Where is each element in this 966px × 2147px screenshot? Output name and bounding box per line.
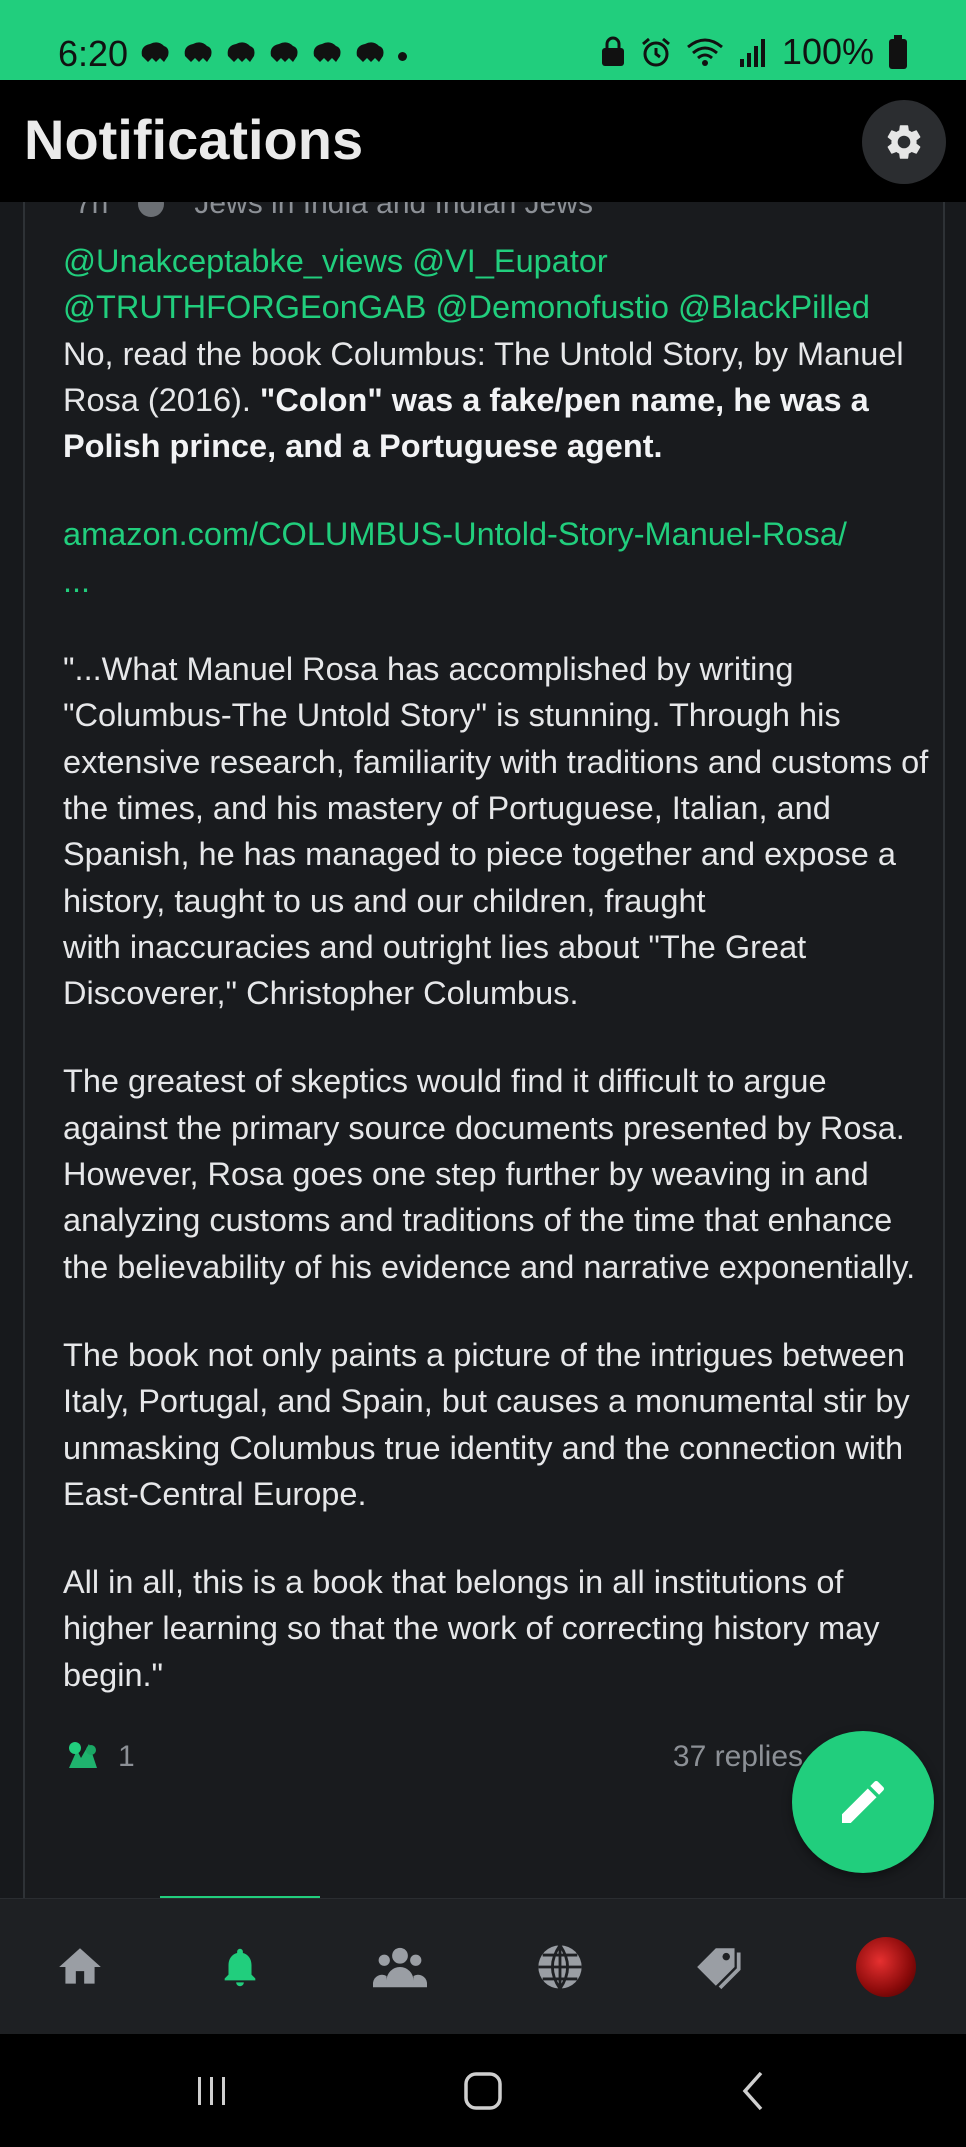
notification-feed[interactable]: 7h Jews in India and Indian Jews @Unakce… bbox=[0, 202, 966, 1898]
reaction-icon[interactable] bbox=[63, 1738, 103, 1774]
back-button[interactable] bbox=[693, 2034, 813, 2147]
back-icon bbox=[742, 2071, 763, 2110]
status-bar: 6:20 100% bbox=[0, 0, 966, 80]
replies-count[interactable]: 37 replies bbox=[673, 1740, 803, 1774]
battery-percent: 100% bbox=[781, 31, 874, 72]
post-stats: 1 37 replies bbox=[63, 1734, 803, 1784]
amazon-link[interactable]: amazon.com/COLUMBUS-Untold-Story-Manuel-… bbox=[63, 516, 847, 552]
post-body: @Unakceptabke_views @VI_Eupator @TRUTHFO… bbox=[63, 238, 933, 1698]
link-ellipsis[interactable]: ... bbox=[63, 563, 90, 599]
paragraph-text: with inaccuracies and outright lies abou… bbox=[63, 928, 807, 1012]
groups-icon bbox=[373, 1947, 427, 1988]
home-button[interactable] bbox=[423, 2034, 543, 2147]
app-header: Notifications bbox=[0, 80, 966, 202]
notification-icon bbox=[141, 42, 169, 62]
page-title: Notifications bbox=[24, 108, 364, 171]
alarm-icon bbox=[641, 37, 670, 67]
home-button-icon bbox=[464, 2071, 502, 2110]
wifi-icon bbox=[686, 38, 723, 66]
mention-links[interactable]: @Unakceptabke_views @VI_Eupator bbox=[63, 243, 608, 279]
battery-icon bbox=[889, 35, 907, 69]
nav-profile[interactable] bbox=[806, 1899, 966, 2035]
notification-icon bbox=[356, 42, 384, 62]
bottom-nav bbox=[0, 1898, 966, 2035]
notification-icon bbox=[184, 42, 212, 62]
post-link[interactable]: amazon.com/COLUMBUS-Untold-Story-Manuel-… bbox=[63, 511, 933, 604]
status-icons-right: 100% bbox=[600, 32, 908, 72]
settings-button[interactable] bbox=[862, 100, 946, 184]
avatar bbox=[856, 1937, 916, 1997]
nav-notifications[interactable] bbox=[160, 1899, 320, 2035]
more-notifications-dot bbox=[398, 52, 407, 61]
post-paragraph: The greatest of skeptics would find it d… bbox=[63, 1063, 916, 1285]
like-count[interactable]: 1 bbox=[118, 1740, 135, 1774]
nav-tags[interactable] bbox=[640, 1899, 800, 2035]
nav-home[interactable] bbox=[0, 1899, 160, 2035]
recents-button[interactable] bbox=[152, 2034, 272, 2147]
lock-icon bbox=[601, 36, 624, 66]
paragraph-text: "...What Manuel Rosa has accomplished by… bbox=[63, 651, 929, 919]
nav-groups[interactable] bbox=[320, 1899, 480, 2035]
nav-explore[interactable] bbox=[480, 1899, 640, 2035]
globe-icon bbox=[138, 202, 165, 217]
post-card[interactable]: 7h Jews in India and Indian Jews @Unakce… bbox=[23, 202, 945, 1898]
notification-icon bbox=[270, 42, 298, 62]
post-paragraph: "...What Manuel Rosa has accomplished by… bbox=[63, 646, 933, 1016]
notification-icon bbox=[313, 42, 341, 62]
post-paragraph: All in all, this is a book that belongs … bbox=[63, 1564, 880, 1693]
tag-icon bbox=[697, 1948, 741, 1990]
home-icon bbox=[59, 1948, 101, 1984]
signal-icon bbox=[739, 39, 765, 67]
compose-button[interactable] bbox=[792, 1731, 934, 1873]
system-nav bbox=[0, 2034, 966, 2147]
mentions: @Unakceptabke_views @VI_Eupator @TRUTHFO… bbox=[63, 238, 933, 469]
pencil-icon bbox=[842, 1780, 885, 1823]
post-meta: 7h Jews in India and Indian Jews bbox=[75, 202, 593, 222]
post-group[interactable]: Jews in India and Indian Jews bbox=[194, 202, 593, 222]
globe-icon bbox=[538, 1944, 582, 1990]
recents-icon bbox=[198, 2076, 225, 2105]
post-paragraph: The book not only paints a picture of th… bbox=[63, 1336, 910, 1512]
mention-links[interactable]: @TRUTHFORGEonGAB @Demonofustio @BlackPil… bbox=[63, 289, 870, 325]
gear-icon bbox=[887, 125, 921, 159]
notification-icons bbox=[138, 38, 386, 66]
status-time: 6:20 bbox=[58, 33, 129, 74]
bell-icon bbox=[224, 1948, 256, 1987]
notification-icon bbox=[227, 42, 255, 62]
post-time: 7h bbox=[75, 202, 109, 220]
